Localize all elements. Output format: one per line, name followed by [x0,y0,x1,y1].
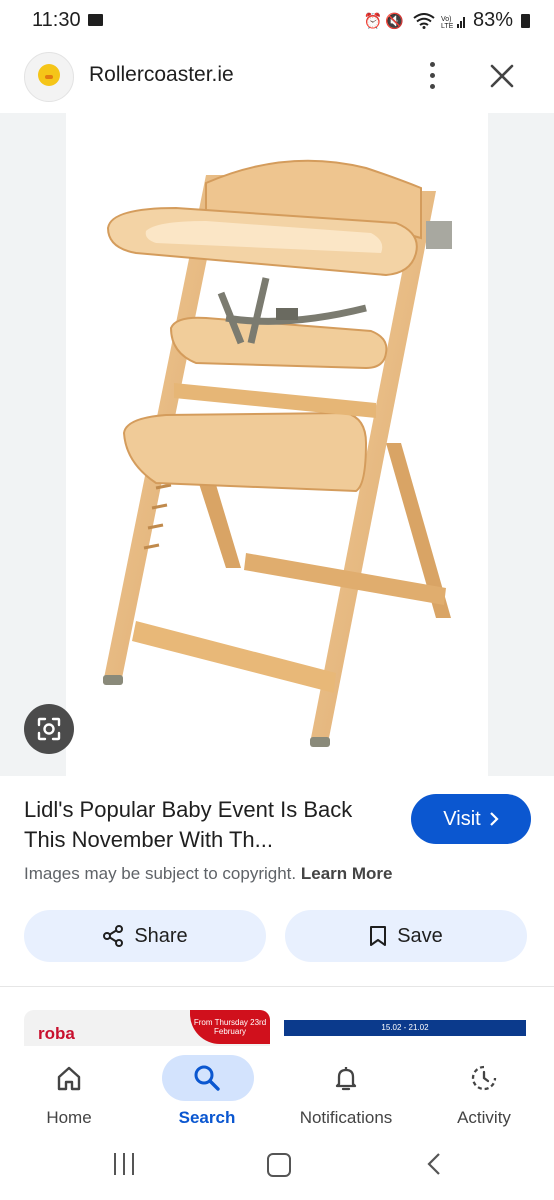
bell-icon [335,1067,357,1091]
home-icon [57,1066,81,1091]
visit-label: Visit [443,807,481,830]
thumbnail-dates: 15.02 - 21.02 [284,1020,526,1036]
nav-label: Activity [457,1108,511,1127]
nav-search[interactable]: Search [138,1046,276,1140]
system-nav-bar [0,1140,554,1200]
save-button[interactable]: Save [285,910,527,962]
wifi-icon [413,12,435,29]
nav-label: Search [178,1108,236,1127]
bottom-nav: Home Search Notifications Activity [0,1046,554,1140]
nav-notifications[interactable]: Notifications [277,1046,415,1140]
save-label: Save [397,924,443,947]
chevron-right-icon [489,812,499,826]
battery-percent: 83% [472,9,513,31]
nav-label: Notifications [299,1108,393,1127]
system-home-icon[interactable] [267,1153,291,1177]
close-icon[interactable] [486,60,518,92]
status-icons: ⏰🔇 [363,12,407,30]
result-title[interactable]: Lidl's Popular Baby Event Is Back This N… [24,795,384,855]
site-avatar [24,52,74,102]
search-icon [194,1065,220,1091]
nav-activity[interactable]: Activity [415,1046,553,1140]
status-right: ⏰🔇 Vo) LTE 83% [364,9,530,32]
activity-icon [471,1065,497,1091]
wooden-high-chair-illustration [103,159,452,747]
divider [0,986,554,987]
signal-icon: Vo) LTE [441,16,465,29]
google-lens-icon[interactable] [24,704,74,754]
share-label: Share [134,924,188,947]
copyright-notice: Images may be subject to copyright. Lear… [24,864,393,884]
status-time: 11:30 [32,9,81,31]
learn-more-link[interactable]: Learn More [301,864,393,883]
site-name[interactable]: Rollercoaster.ie [89,63,234,87]
thumbnail-ribbon: From Thursday 23rd February [190,1010,270,1044]
svg-text:Vo): Vo) [441,16,452,23]
image-preview[interactable] [0,113,554,776]
back-icon[interactable] [424,1152,444,1176]
visit-button[interactable]: Visit [411,794,531,844]
nav-home[interactable]: Home [0,1046,138,1140]
status-bar: 11:30 ⏰🔇 Vo) LTE 83% [0,0,554,42]
download-icon [88,14,103,26]
copyright-text: Images may be subject to copyright. [24,864,297,883]
battery-icon [521,13,530,28]
bookmark-icon [370,926,387,946]
result-header: Rollercoaster.ie [0,45,554,107]
svg-text:LTE: LTE [441,23,454,29]
share-icon [103,925,124,947]
more-options-icon[interactable] [418,59,446,93]
nav-label: Home [46,1108,92,1127]
high-chair-image[interactable] [66,113,488,776]
thumbnail-brand: roba [38,1024,75,1043]
share-button[interactable]: Share [24,910,266,962]
recent-apps-icon[interactable] [112,1153,136,1175]
